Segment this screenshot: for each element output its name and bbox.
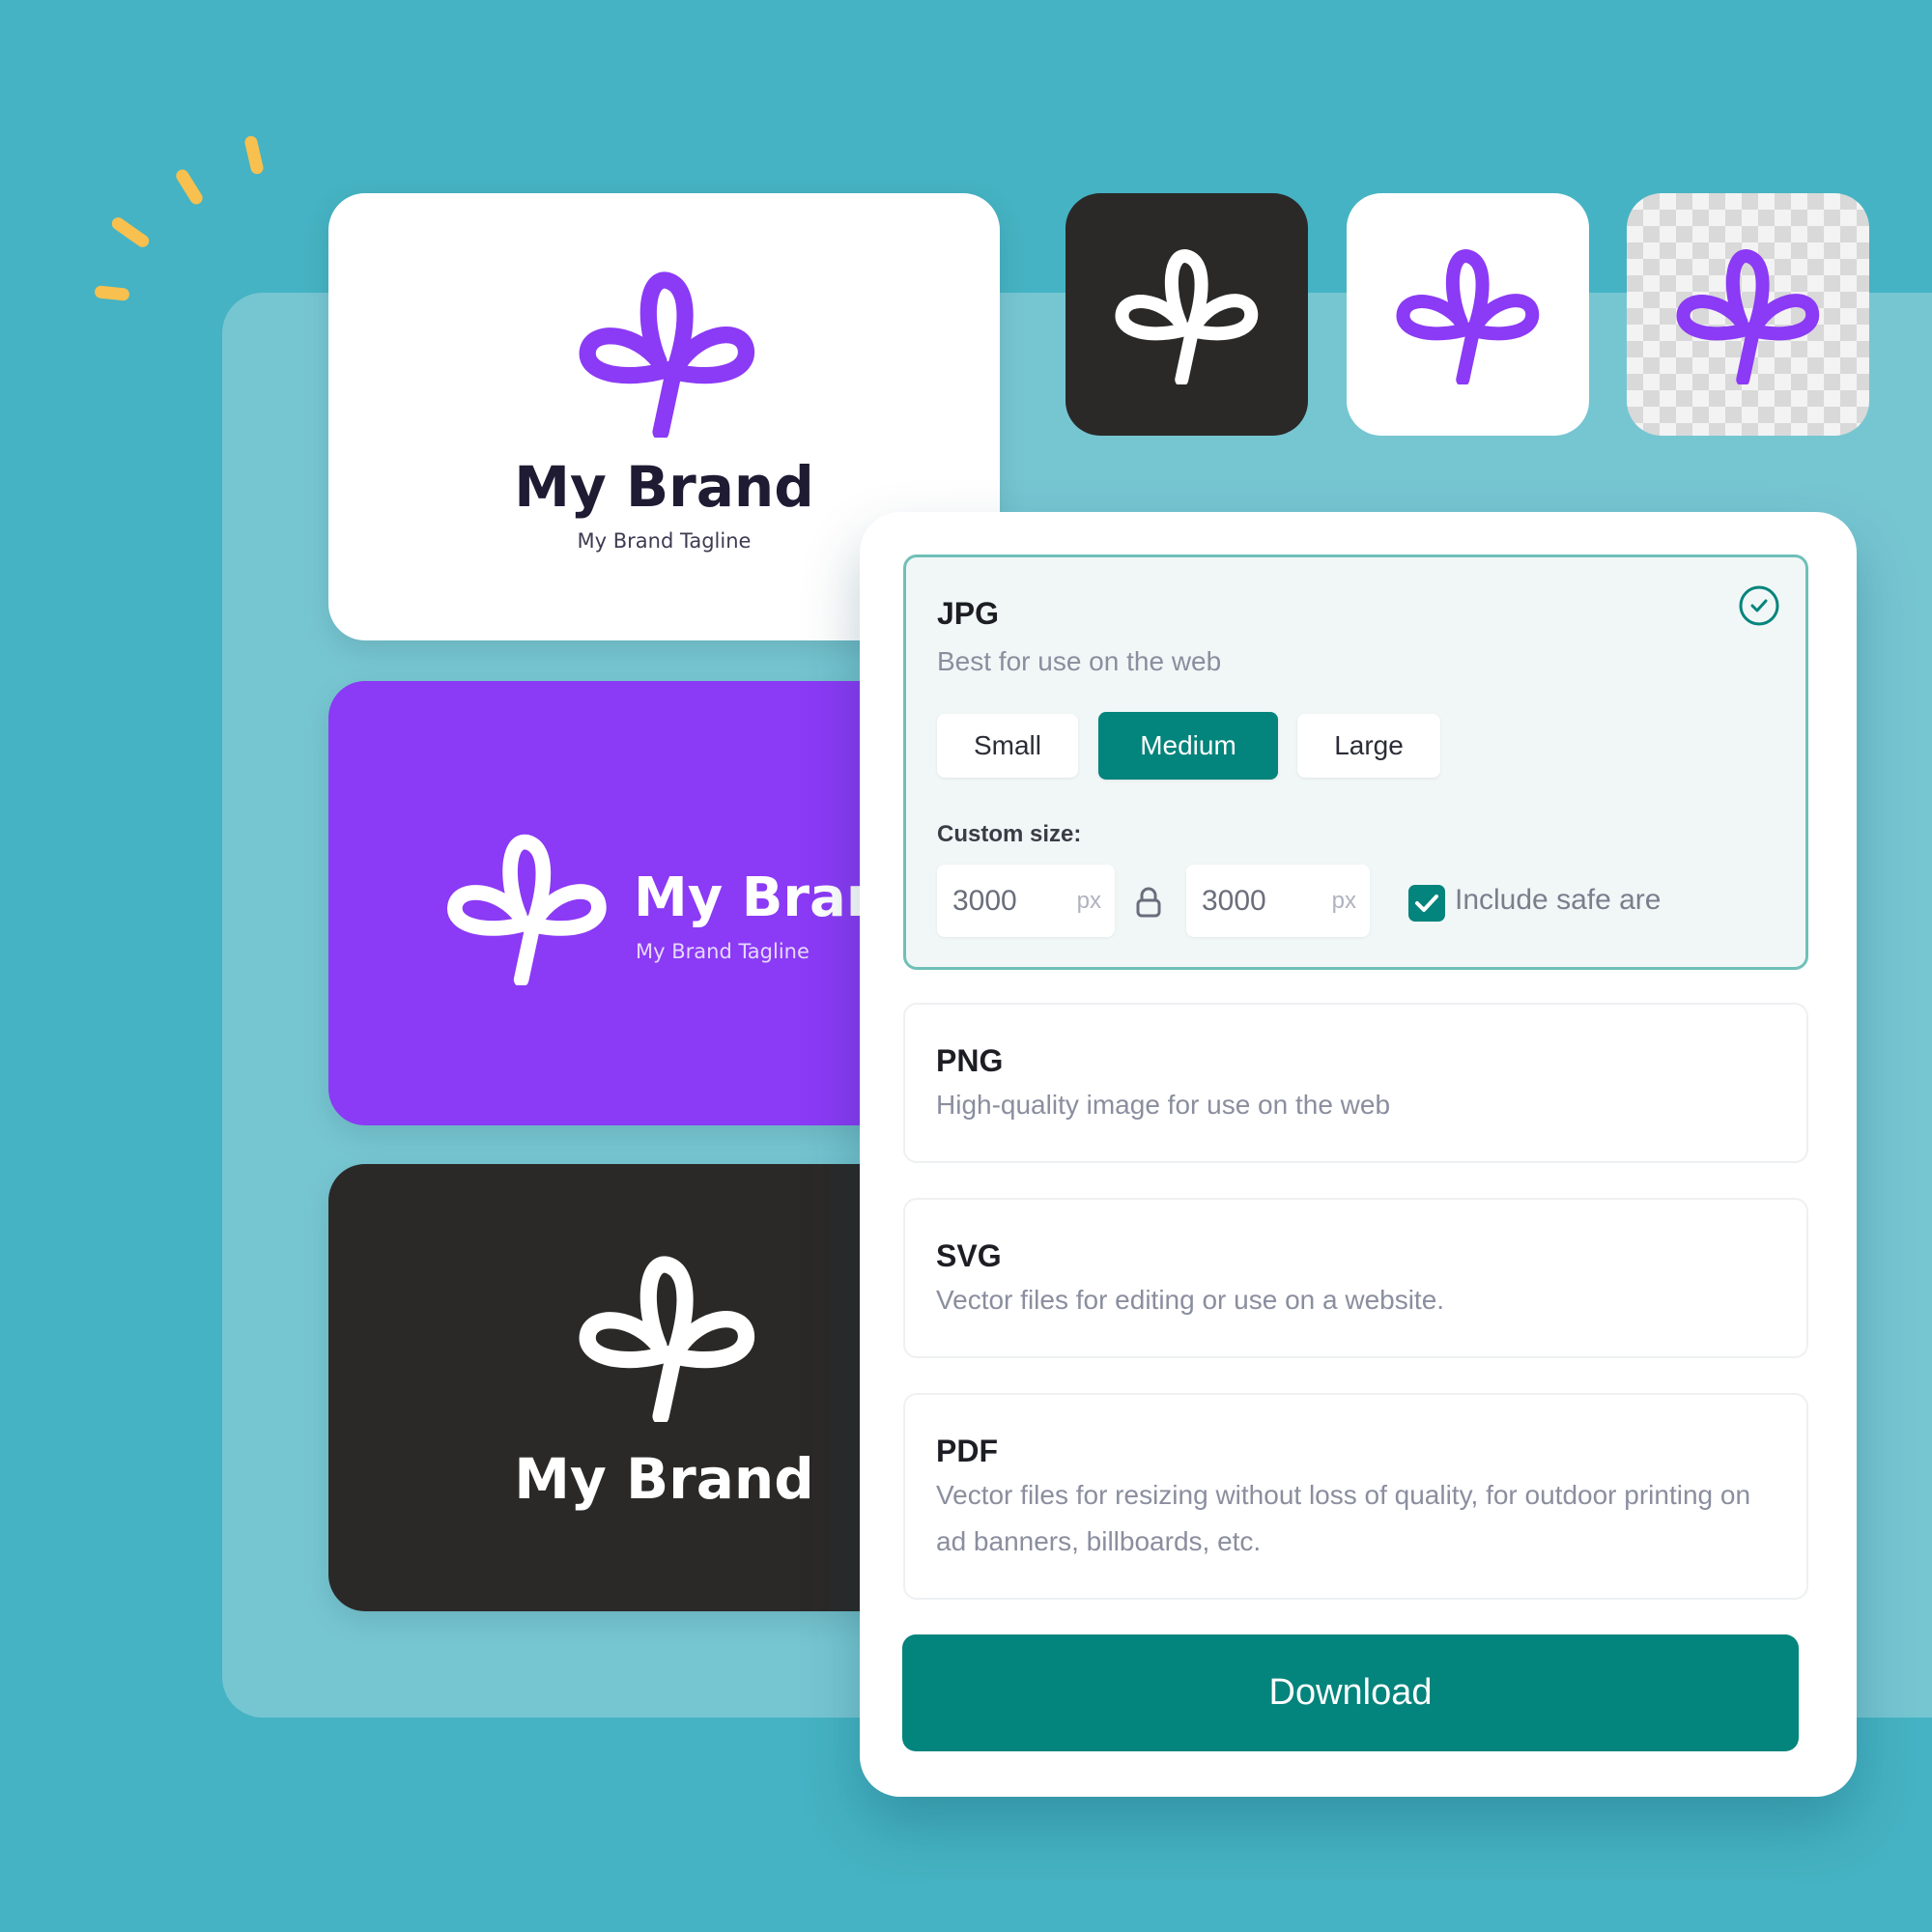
size-button-small[interactable]: Small [937, 714, 1078, 778]
format-title: PDF [936, 1434, 998, 1468]
brand-logo-icon [1396, 249, 1540, 384]
checkmark-icon [1415, 895, 1438, 912]
format-description: Vector files for resizing without loss o… [936, 1480, 1751, 1556]
sparkle-dash [243, 134, 265, 176]
icon-tile-transparent[interactable] [1627, 193, 1869, 436]
brand-logo-icon [1115, 249, 1259, 384]
width-field[interactable]: px [937, 865, 1115, 937]
brand-logo-icon [579, 271, 754, 438]
format-option-pdf[interactable]: PDF Vector files for resizing without lo… [903, 1393, 1808, 1600]
brand-logo-icon [447, 834, 607, 985]
brand-logo-icon [579, 1256, 754, 1422]
format-description: Vector files for editing or use on a web… [936, 1285, 1445, 1315]
format-title: SVG [936, 1238, 1002, 1273]
format-title: JPG [937, 596, 1000, 631]
custom-size-label: Custom size: [937, 821, 1082, 847]
sparkle-dash [173, 167, 206, 207]
height-input[interactable] [1200, 883, 1310, 919]
include-safe-area-checkbox[interactable] [1408, 885, 1445, 922]
width-input[interactable] [951, 883, 1061, 919]
brand-logo-icon [1676, 249, 1820, 384]
format-option-jpg[interactable]: JPG Best for use on the web Small Medium… [903, 554, 1808, 970]
brand-name: My Brand [514, 454, 814, 520]
lock-aspect-ratio-icon[interactable] [1134, 886, 1163, 919]
format-description: High-quality image for use on the web [936, 1090, 1391, 1120]
icon-tile-dark[interactable] [1065, 193, 1308, 436]
selected-check-icon [1739, 585, 1779, 626]
brand-tagline: My Brand Tagline [636, 940, 810, 963]
icon-tile-white[interactable] [1347, 193, 1589, 436]
height-field[interactable]: px [1186, 865, 1370, 937]
download-modal: JPG Best for use on the web Small Medium… [860, 512, 1857, 1797]
unit-label: px [1076, 887, 1101, 914]
download-button[interactable]: Download [902, 1634, 1799, 1751]
sparkle-dash [94, 285, 130, 301]
unit-label: px [1331, 887, 1356, 914]
include-safe-area-label[interactable]: Include safe are [1455, 884, 1661, 917]
size-button-large[interactable]: Large [1297, 714, 1440, 778]
size-button-medium[interactable]: Medium [1098, 712, 1278, 780]
sparkle-dash [109, 214, 152, 250]
format-description: Best for use on the web [937, 646, 1222, 676]
format-option-svg[interactable]: SVG Vector files for editing or use on a… [903, 1198, 1808, 1358]
format-option-png[interactable]: PNG High-quality image for use on the we… [903, 1003, 1808, 1163]
format-title: PNG [936, 1043, 1004, 1078]
